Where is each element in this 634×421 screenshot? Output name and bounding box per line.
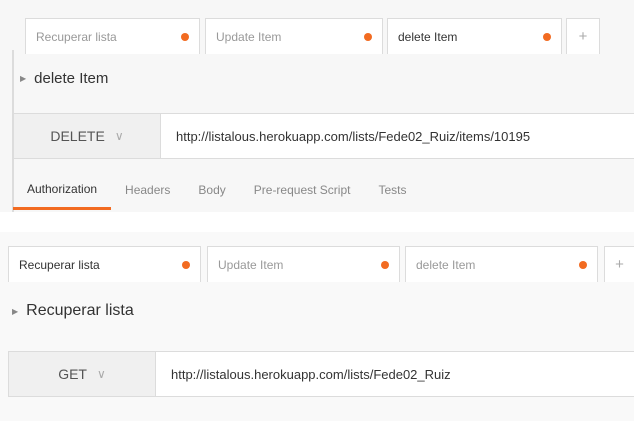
tab-recuperar-lista[interactable]: Recuperar lista (25, 18, 200, 54)
method-label: GET (58, 366, 87, 382)
add-tab-button[interactable]: + (566, 18, 600, 54)
request-url-bar: GET ∨ http://listalous.herokuapp.com/lis… (8, 351, 634, 397)
url-input[interactable]: http://listalous.herokuapp.com/lists/Fed… (161, 114, 530, 158)
subtab-body[interactable]: Body (184, 170, 239, 210)
tab-label: Recuperar lista (19, 257, 100, 272)
tab-label: Update Item (218, 257, 284, 272)
tab-label: delete Item (398, 29, 458, 44)
tab-update-item[interactable]: Update Item (207, 246, 400, 282)
tab-delete-item[interactable]: delete Item (387, 18, 562, 54)
request-tab-bar: Recuperar lista Update Item delete Item … (0, 18, 634, 54)
tab-label: delete Item (416, 257, 476, 272)
postman-panel-get: Recuperar lista Update Item delete Item … (0, 232, 634, 421)
expand-caret-icon: ▶ (20, 74, 27, 83)
add-tab-button[interactable]: + (604, 246, 634, 282)
method-label: DELETE (50, 128, 105, 144)
chevron-down-icon: ∨ (114, 129, 124, 143)
tab-update-item[interactable]: Update Item (205, 18, 383, 54)
request-name[interactable]: ▶ Recuperar lista (12, 302, 134, 320)
unsaved-dot-icon (182, 260, 190, 269)
request-name[interactable]: ▶ delete Item (20, 70, 108, 87)
method-select[interactable]: DELETE ∨ (14, 114, 161, 158)
tab-recuperar-lista[interactable]: Recuperar lista (8, 246, 201, 282)
tab-label: Update Item (216, 29, 282, 44)
expand-caret-icon: ▶ (12, 306, 19, 316)
plus-icon: + (578, 28, 588, 45)
unsaved-dot-icon (381, 260, 389, 269)
chevron-down-icon: ∨ (96, 367, 106, 381)
url-input[interactable]: http://listalous.herokuapp.com/lists/Fed… (156, 352, 451, 396)
subtab-pre-request-script[interactable]: Pre-request Script (240, 170, 365, 210)
request-name-label: delete Item (34, 70, 109, 87)
tab-delete-item[interactable]: delete Item (405, 246, 598, 282)
postman-panel-delete: Recuperar lista Update Item delete Item … (0, 0, 634, 212)
unsaved-dot-icon (364, 32, 372, 41)
unsaved-dot-icon (181, 32, 189, 41)
subtab-headers[interactable]: Headers (111, 170, 184, 210)
subtab-authorization[interactable]: Authorization (13, 170, 112, 210)
request-name-label: Recuperar lista (26, 302, 134, 319)
unsaved-dot-icon (543, 32, 551, 41)
plus-icon: + (615, 256, 624, 273)
request-tab-bar: Recuperar lista Update Item delete Item … (0, 246, 634, 282)
subtab-tests[interactable]: Tests (364, 170, 420, 210)
unsaved-dot-icon (579, 260, 587, 269)
request-url-bar: DELETE ∨ http://listalous.herokuapp.com/… (13, 113, 634, 159)
method-select[interactable]: GET ∨ (9, 352, 156, 396)
tab-label: Recuperar lista (36, 29, 117, 44)
request-subtabs: Authorization Headers Body Pre-request S… (13, 170, 634, 210)
